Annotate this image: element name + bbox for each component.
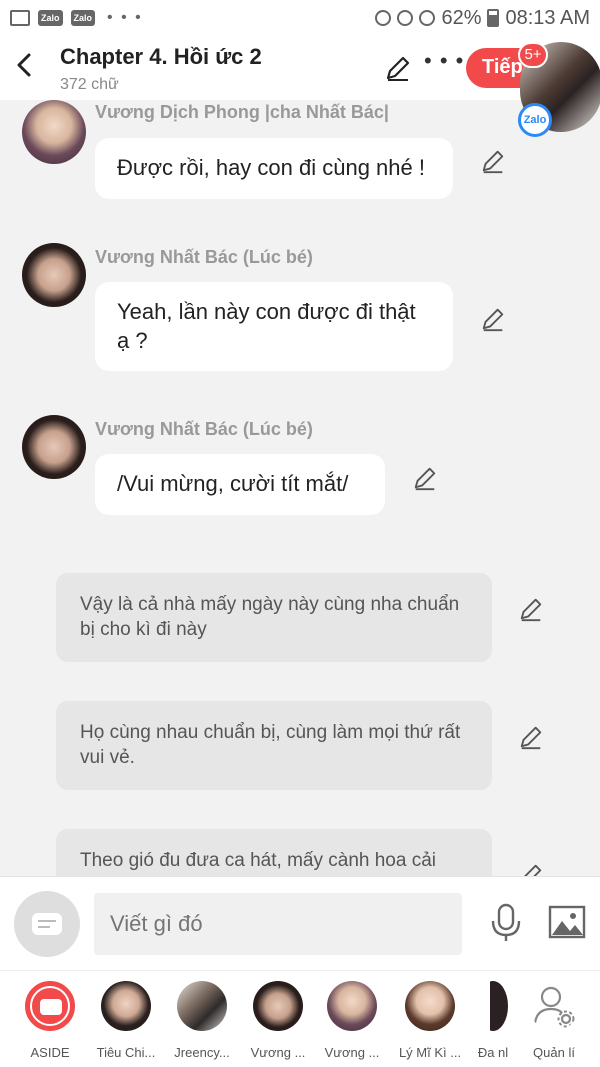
avatar [327, 981, 377, 1031]
aside-card-icon [32, 913, 62, 935]
chapter-title: Chapter 4. Hồi ức 2 [60, 44, 262, 69]
image-icon[interactable] [548, 905, 586, 939]
avatar [478, 981, 508, 1031]
zalo-logo-icon: Zalo [518, 103, 552, 137]
microphone-icon[interactable] [488, 903, 524, 943]
narration-bubble[interactable]: Vậy là cả nhà mấy ngày này cùng nha chuẩ… [56, 573, 492, 663]
no-signal-icon [419, 10, 436, 26]
character-bar: ASIDE Tiêu Chi... Jreency... Vương ... V… [0, 970, 600, 1067]
aside-toggle-button[interactable] [14, 891, 80, 957]
avatar[interactable] [22, 100, 86, 164]
character-item[interactable]: Jreency... [164, 981, 240, 1060]
message-bubble[interactable]: Được rồi, hay con đi cùng nhé ! [95, 138, 453, 199]
user-settings-icon [529, 981, 579, 1031]
message-bubble[interactable]: Yeah, lần này con được đi thật ạ ? [95, 282, 453, 372]
zalo-notification-icon: Zalo [70, 10, 96, 26]
message-bubble[interactable]: /Vui mừng, cười tít mắt/ [95, 454, 385, 515]
gallery-icon [10, 10, 30, 26]
sender-name: Vương Dịch Phong |cha Nhất Bác| [95, 102, 389, 122]
back-arrow-icon[interactable] [10, 50, 40, 80]
narration-bubble[interactable]: Theo gió đu đưa ca hát, mấy cành hoa cải [56, 829, 492, 876]
character-label: Lý Mĩ Kì ... [398, 1045, 462, 1060]
edit-pencil-icon[interactable] [518, 862, 544, 876]
avatar[interactable] [22, 415, 86, 479]
alarm-icon [375, 10, 392, 26]
avatar [101, 981, 151, 1031]
edit-pencil-icon[interactable] [518, 596, 544, 622]
character-label: Vương ... [324, 1045, 380, 1060]
character-label: Jreency... [174, 1045, 230, 1060]
wifi-icon [397, 10, 414, 26]
more-options-icon[interactable]: • • • [424, 48, 464, 74]
character-aside[interactable]: ASIDE [12, 981, 88, 1060]
sender-name: Vương Nhất Bác (Lúc bé) [95, 247, 313, 267]
edit-pencil-icon[interactable] [480, 306, 506, 332]
narration-bubble[interactable]: Họ cùng nhau chuẩn bị, cùng làm mọi thứ … [56, 701, 492, 791]
notification-badge: 5+ [518, 42, 548, 68]
avatar [405, 981, 455, 1031]
battery-icon [487, 9, 500, 27]
character-label: Quản lí [533, 1045, 575, 1060]
avatar [253, 981, 303, 1031]
character-item[interactable]: Vương ... [240, 981, 316, 1060]
message-input[interactable] [94, 893, 462, 955]
sender-name: Vương Nhất Bác (Lúc bé) [95, 419, 313, 439]
edit-pencil-icon[interactable] [518, 724, 544, 750]
zalo-notification-icon: Zalo [38, 10, 63, 26]
character-label: ASIDE [30, 1045, 70, 1060]
character-label: Đa nl [477, 1045, 509, 1060]
edit-pencil-icon[interactable] [480, 148, 506, 174]
battery-percent: 62% [441, 6, 482, 29]
chapter-header: Chapter 4. Hồi ức 2 372 chữ • • • Tiếp [0, 36, 600, 100]
clock: 08:13 AM [505, 6, 590, 29]
composer [0, 876, 600, 970]
character-label: Vương ... [250, 1045, 306, 1060]
character-item[interactable]: Đa nl [466, 981, 520, 1060]
character-label: Tiêu Chi... [96, 1045, 156, 1060]
status-bar: Zalo Zalo • • • 62% 08:13 AM [0, 0, 600, 36]
character-item[interactable]: Vương ... [314, 981, 390, 1060]
avatar [177, 981, 227, 1031]
more-notifications-icon: • • • [107, 9, 143, 26]
chat-area[interactable]: Vương Dịch Phong |cha Nhất Bác| Được rồi… [0, 100, 600, 876]
aside-icon [25, 981, 75, 1031]
character-item[interactable]: Lý Mĩ Kì ... [392, 981, 468, 1060]
avatar[interactable] [22, 243, 86, 307]
character-item[interactable]: Tiêu Chi... [88, 981, 164, 1060]
edit-pencil-icon[interactable] [384, 54, 412, 82]
manage-characters-button[interactable]: Quản lí [516, 981, 592, 1060]
word-count: 372 chữ [60, 76, 119, 93]
edit-pencil-icon[interactable] [412, 465, 438, 491]
